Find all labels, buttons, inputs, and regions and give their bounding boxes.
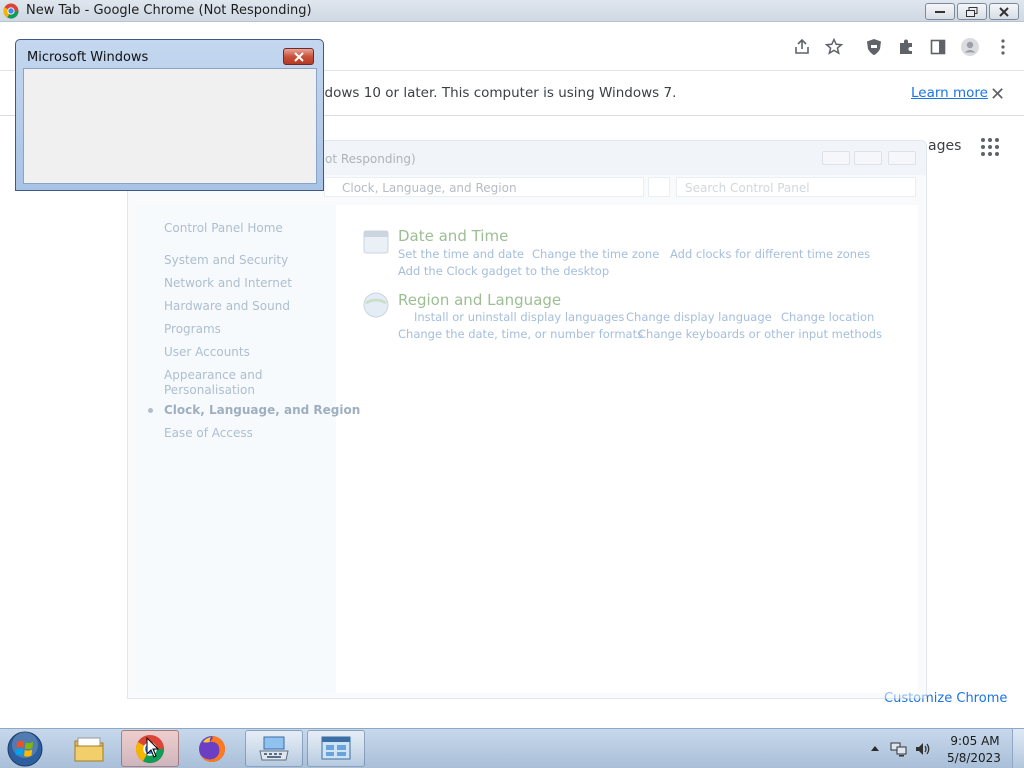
firefox-icon xyxy=(199,735,225,762)
volume-icon[interactable] xyxy=(914,741,932,757)
system-tray: 9:05 AM 5/8/2023 xyxy=(866,729,1016,768)
search-placeholder: Search Control Panel xyxy=(685,181,810,195)
nav-network-internet[interactable]: Network and Internet xyxy=(164,276,292,290)
add-clocks-link[interactable]: Add clocks for different time zones xyxy=(670,247,870,261)
change-location-link[interactable]: Change location xyxy=(781,310,874,324)
cp-maximize-button[interactable] xyxy=(854,151,882,165)
infobar-close-icon[interactable]: ✕ xyxy=(990,84,1005,105)
nav-hardware-sound[interactable]: Hardware and Sound xyxy=(164,299,290,313)
nav-control-panel-home[interactable]: Control Panel Home xyxy=(164,221,283,235)
change-time-zone-link[interactable]: Change the time zone xyxy=(532,247,659,261)
install-display-languages-link[interactable]: Install or uninstall display languages xyxy=(414,310,624,324)
taskbar-keyboard-app[interactable] xyxy=(245,730,303,767)
close-icon xyxy=(293,51,304,62)
address-path: Clock, Language, and Region xyxy=(342,181,517,195)
share-icon[interactable] xyxy=(792,37,812,57)
start-button[interactable] xyxy=(6,730,46,768)
close-icon xyxy=(999,6,1009,17)
change-keyboards-link[interactable]: Change keyboards or other input methods xyxy=(638,327,882,341)
clock-time[interactable]: 9:05 AM xyxy=(950,734,1000,748)
dialog-content xyxy=(23,68,317,184)
chrome-title-bar: New Tab - Google Chrome (Not Responding) xyxy=(0,0,1024,22)
show-hidden-icons-icon[interactable] xyxy=(870,744,880,752)
change-formats-link[interactable]: Change the date, time, or number formats xyxy=(398,327,643,341)
nav-ease-of-access: Ease of Access xyxy=(164,426,253,440)
control-panel-icon xyxy=(321,736,351,759)
shield-extension-icon[interactable] xyxy=(864,37,884,57)
dialog-title: Microsoft Windows xyxy=(27,50,149,65)
show-desktop-button[interactable] xyxy=(1012,729,1024,768)
address-bar[interactable]: Clock, Language, and Region xyxy=(324,177,644,197)
windows-orb-icon xyxy=(7,731,43,767)
nav-programs[interactable]: Programs xyxy=(164,322,221,336)
chrome-logo-icon xyxy=(3,3,19,19)
taskbar-file-explorer[interactable] xyxy=(60,730,118,767)
control-panel-window: Not Responding) Clock, Language, and Reg… xyxy=(127,140,927,699)
region-and-language-heading[interactable]: Region and Language xyxy=(398,291,561,309)
bookmark-star-icon[interactable] xyxy=(824,37,844,57)
globe-icon xyxy=(363,292,389,318)
taskbar-firefox[interactable] xyxy=(183,730,241,767)
control-panel-title: Not Responding) xyxy=(316,152,416,166)
google-apps-icon[interactable] xyxy=(980,137,1000,157)
nav-personalisation[interactable]: Personalisation xyxy=(164,383,255,397)
set-time-date-link[interactable]: Set the time and date xyxy=(398,247,524,261)
date-time-icon xyxy=(363,230,389,254)
window-title: New Tab - Google Chrome (Not Responding) xyxy=(26,3,312,18)
images-link[interactable]: ages xyxy=(928,138,961,154)
close-window-button[interactable] xyxy=(989,3,1019,20)
mouse-cursor-icon xyxy=(146,737,160,758)
change-display-language-link[interactable]: Change display language xyxy=(626,310,772,324)
active-bullet xyxy=(148,408,153,413)
infobar-message: ndows 10 or later. This computer is usin… xyxy=(316,85,677,101)
file-explorer-icon xyxy=(74,737,104,761)
refresh-icon[interactable] xyxy=(648,177,670,197)
taskbar-control-panel[interactable] xyxy=(307,730,365,767)
minimize-button[interactable] xyxy=(925,3,955,20)
cp-minimize-button[interactable] xyxy=(822,151,850,165)
side-panel-icon[interactable] xyxy=(928,37,948,57)
learn-more-link[interactable]: Learn more xyxy=(911,85,988,101)
nav-user-accounts[interactable]: User Accounts xyxy=(164,345,250,359)
network-icon[interactable] xyxy=(890,741,908,757)
nav-appearance[interactable]: Appearance and xyxy=(164,368,262,382)
profile-avatar-icon[interactable] xyxy=(960,37,980,57)
control-panel-body: Control Panel Home System and Security N… xyxy=(136,205,918,693)
date-and-time-heading[interactable]: Date and Time xyxy=(398,227,508,245)
nav-system-security[interactable]: System and Security xyxy=(164,253,288,267)
restore-button[interactable] xyxy=(957,3,987,20)
kebab-menu-icon[interactable] xyxy=(993,37,1013,57)
cp-close-button[interactable] xyxy=(888,151,916,165)
minimize-icon xyxy=(935,10,945,13)
keyboard-app-icon xyxy=(259,736,289,760)
search-control-panel-input[interactable]: Search Control Panel xyxy=(676,177,916,197)
nav-clock-language-region[interactable]: Clock, Language, and Region xyxy=(164,403,360,417)
microsoft-windows-dialog: Microsoft Windows xyxy=(15,39,324,191)
clock-date[interactable]: 5/8/2023 xyxy=(944,751,1004,765)
puzzle-extensions-icon[interactable] xyxy=(896,37,916,57)
restore-icon xyxy=(966,6,978,17)
control-panel-nav: Control Panel Home System and Security N… xyxy=(136,205,360,693)
dialog-close-button[interactable] xyxy=(283,48,314,65)
add-clock-gadget-link[interactable]: Add the Clock gadget to the desktop xyxy=(398,264,609,278)
